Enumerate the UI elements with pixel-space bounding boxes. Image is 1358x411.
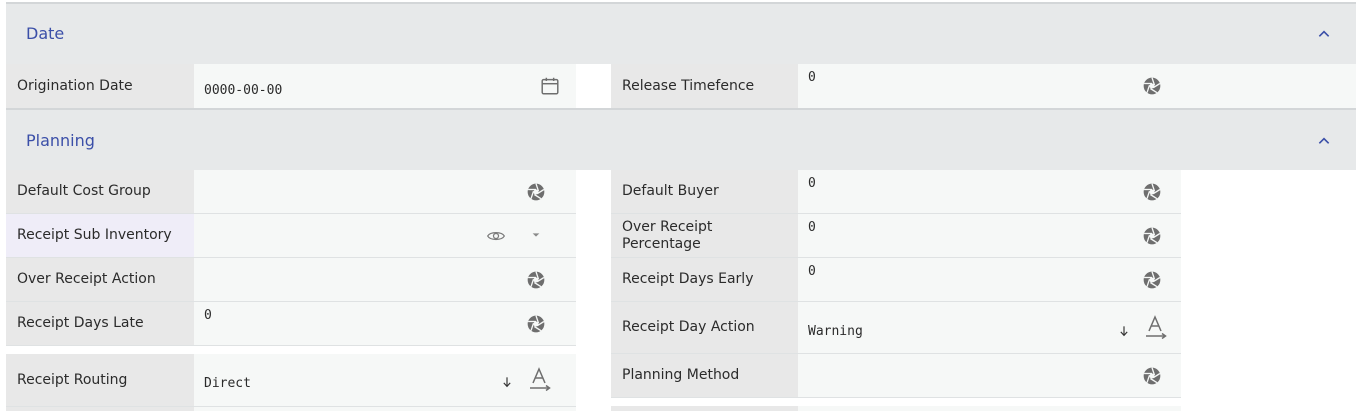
planning-section-title: Planning xyxy=(26,131,95,150)
next-row-label-partial-right xyxy=(611,406,798,411)
calendar-icon[interactable] xyxy=(539,75,561,97)
aperture-icon[interactable] xyxy=(526,314,546,334)
receipt-days-early-value: 0 xyxy=(808,264,816,279)
default-buyer-field[interactable]: 0 xyxy=(798,170,1181,213)
receipt-days-late-value: 0 xyxy=(204,308,212,323)
next-row-partial xyxy=(6,407,576,411)
aperture-icon[interactable] xyxy=(526,182,546,202)
receipt-days-late-row: Receipt Days Late 0 xyxy=(6,302,576,345)
aperture-icon[interactable] xyxy=(1142,270,1162,290)
origination-date-row: Origination Date 0000-00-00 xyxy=(6,64,576,108)
chevron-up-icon[interactable] xyxy=(1316,133,1332,149)
eye-icon[interactable] xyxy=(486,226,506,246)
default-buyer-value: 0 xyxy=(808,176,816,191)
receipt-days-late-label: Receipt Days Late xyxy=(6,302,194,345)
aperture-icon[interactable] xyxy=(1142,76,1162,96)
receipt-days-early-label: Receipt Days Early xyxy=(611,258,798,301)
origination-date-value: 0000-00-00 xyxy=(204,83,283,98)
text-format-icon[interactable] xyxy=(528,367,552,391)
aperture-icon[interactable] xyxy=(526,270,546,290)
over-receipt-action-field[interactable] xyxy=(194,258,576,301)
aperture-icon[interactable] xyxy=(1142,226,1162,246)
divider xyxy=(6,345,576,346)
origination-date-label: Origination Date xyxy=(6,64,194,108)
caret-down-icon[interactable] xyxy=(526,225,546,245)
default-buyer-label: Default Buyer xyxy=(611,170,798,213)
receipt-days-early-row: Receipt Days Early 0 xyxy=(611,258,1181,301)
over-receipt-percentage-label: Over Receipt Percentage xyxy=(611,214,798,257)
receipt-day-action-row: Receipt Day Action Warning xyxy=(611,302,1181,353)
release-timefence-row: Release Timefence 0 xyxy=(611,64,1356,108)
receipt-routing-value: Direct xyxy=(204,376,251,391)
date-section-title: Date xyxy=(26,24,65,43)
planning-method-label: Planning Method xyxy=(611,354,798,397)
origination-date-field[interactable]: 0000-00-00 xyxy=(194,64,576,108)
date-section-header[interactable]: Date xyxy=(6,2,1356,64)
aperture-icon[interactable] xyxy=(1142,366,1162,386)
arrow-down-icon[interactable] xyxy=(500,375,514,389)
aperture-icon[interactable] xyxy=(1142,182,1162,202)
over-receipt-action-row: Over Receipt Action xyxy=(6,258,576,301)
receipt-routing-label: Receipt Routing xyxy=(6,354,194,406)
divider xyxy=(611,397,1181,398)
release-timefence-field[interactable]: 0 xyxy=(798,64,1180,108)
receipt-sub-inventory-field[interactable] xyxy=(194,214,576,257)
receipt-day-action-label: Receipt Day Action xyxy=(611,302,798,353)
over-receipt-action-label: Over Receipt Action xyxy=(6,258,194,301)
receipt-days-early-field[interactable]: 0 xyxy=(798,258,1181,301)
next-row-partial-right xyxy=(611,406,1181,411)
default-cost-group-field[interactable] xyxy=(194,170,576,213)
over-receipt-percentage-field[interactable]: 0 xyxy=(798,214,1181,257)
default-cost-group-label: Default Cost Group xyxy=(6,170,194,213)
arrow-down-icon[interactable] xyxy=(1117,324,1131,338)
receipt-sub-inventory-label: Receipt Sub Inventory xyxy=(6,214,194,257)
text-format-icon[interactable] xyxy=(1144,315,1168,339)
release-timefence-value: 0 xyxy=(808,70,816,85)
receipt-days-late-field[interactable]: 0 xyxy=(194,302,576,345)
default-cost-group-row: Default Cost Group xyxy=(6,170,576,213)
receipt-routing-row: Receipt Routing Direct xyxy=(6,354,576,406)
release-timefence-label: Release Timefence xyxy=(611,64,798,108)
chevron-up-icon[interactable] xyxy=(1316,26,1332,42)
receipt-day-action-field[interactable]: Warning xyxy=(798,302,1181,353)
over-receipt-percentage-row: Over Receipt Percentage 0 xyxy=(611,214,1181,257)
next-row-label-partial xyxy=(6,407,194,411)
receipt-sub-inventory-row: Receipt Sub Inventory xyxy=(6,214,576,257)
receipt-day-action-value: Warning xyxy=(808,324,863,339)
over-receipt-percentage-value: 0 xyxy=(808,220,816,235)
receipt-routing-field[interactable]: Direct xyxy=(194,354,576,406)
planning-method-field[interactable] xyxy=(798,354,1181,397)
planning-method-row: Planning Method xyxy=(611,354,1181,397)
planning-section-header[interactable]: Planning xyxy=(6,108,1356,170)
default-buyer-row: Default Buyer 0 xyxy=(611,170,1181,213)
